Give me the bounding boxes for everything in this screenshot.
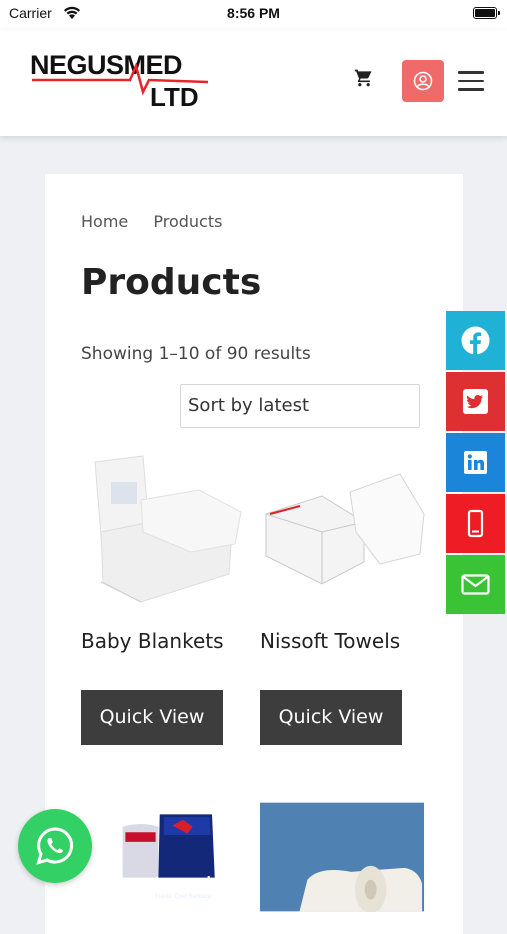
- linkedin-icon: [464, 451, 487, 474]
- product-card: Baby Blankets Quick View: [81, 452, 249, 752]
- product-image-bandage-roll[interactable]: [260, 802, 426, 912]
- account-button[interactable]: [402, 60, 444, 102]
- linkedin-share-button[interactable]: [446, 433, 505, 492]
- twitter-share-button[interactable]: [446, 372, 505, 431]
- page-title: Products: [81, 262, 262, 303]
- ice-cool-label: Ice cool: [155, 874, 211, 891]
- ice-cool-sublabel: Elastic Cold Bandage: [155, 894, 213, 900]
- battery-icon: [473, 7, 500, 19]
- product-name[interactable]: Nissoft Towels: [260, 629, 400, 653]
- status-bar: Carrier 8:56 PM: [0, 0, 507, 30]
- social-share-bar: [446, 311, 505, 616]
- cart-icon[interactable]: [354, 68, 374, 88]
- quick-view-button[interactable]: Quick View: [260, 690, 402, 745]
- twitter-icon: [463, 389, 488, 414]
- product-card: Ice cool Elastic Cold Bandage: [95, 802, 263, 902]
- breadcrumb-home[interactable]: Home: [81, 212, 128, 231]
- email-share-button[interactable]: [446, 555, 505, 614]
- product-name[interactable]: Baby Blankets: [81, 629, 224, 653]
- hamburger-menu-icon[interactable]: [458, 71, 484, 91]
- logo-subtext: LTD: [150, 82, 199, 112]
- facebook-icon: [461, 326, 490, 355]
- clock: 8:56 PM: [227, 5, 280, 21]
- brand-logo[interactable]: NEGUSMED LTD: [30, 50, 210, 112]
- user-icon: [413, 71, 433, 91]
- quick-view-button[interactable]: Quick View: [81, 690, 223, 745]
- whatsapp-chat-button[interactable]: [18, 809, 92, 883]
- sort-select[interactable]: Sort by latest: [180, 384, 420, 428]
- breadcrumb: Home Products: [81, 212, 242, 231]
- product-image-nissoft-towels[interactable]: [260, 452, 428, 612]
- product-image-baby-blankets[interactable]: [81, 452, 249, 612]
- facebook-share-button[interactable]: [446, 311, 505, 370]
- product-card: Nissoft Towels Quick View: [260, 452, 428, 752]
- site-header: NEGUSMED LTD: [0, 30, 507, 136]
- product-listing: Home Products Products Showing 1–10 of 9…: [45, 174, 463, 934]
- phone-icon: [467, 509, 484, 538]
- phone-share-button[interactable]: [446, 494, 505, 553]
- breadcrumb-products: Products: [153, 212, 223, 231]
- whatsapp-icon: [36, 827, 74, 865]
- product-card: [260, 802, 428, 912]
- result-count: Showing 1–10 of 90 results: [81, 344, 311, 364]
- email-icon: [461, 574, 490, 595]
